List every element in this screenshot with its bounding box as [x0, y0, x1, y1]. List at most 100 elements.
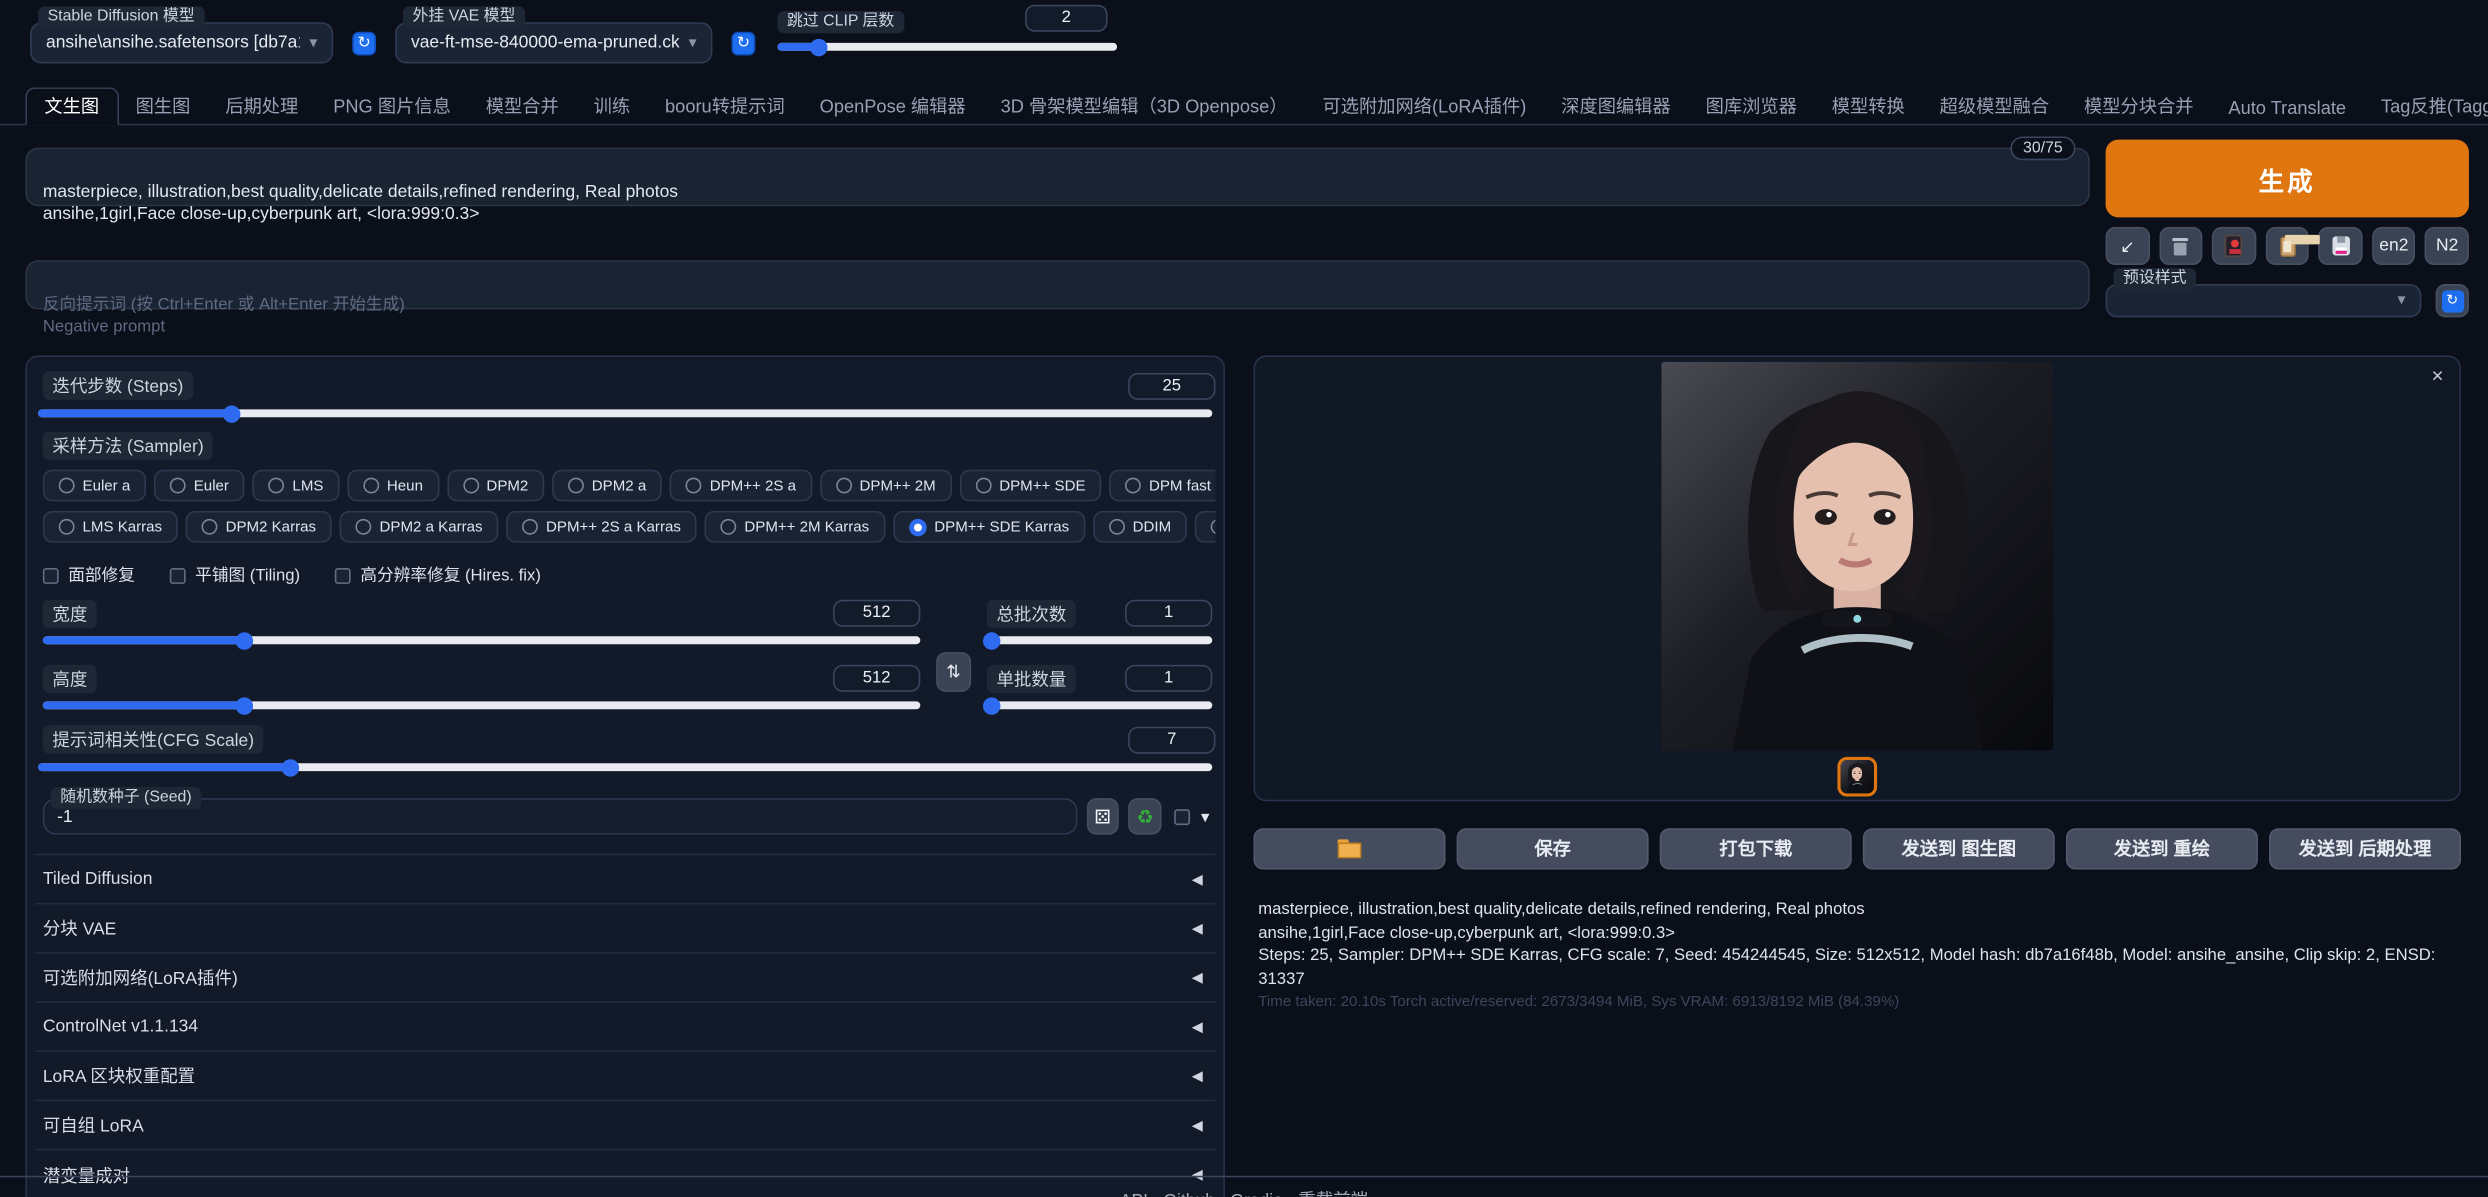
- sampler-euler-a[interactable]: Euler a: [43, 470, 146, 502]
- paste-last-prompt-button[interactable]: ↙: [2106, 227, 2150, 265]
- checkbox-icon: [43, 567, 59, 583]
- batch-size-slider[interactable]: [987, 701, 1212, 709]
- tab-extras[interactable]: 后期处理: [208, 89, 316, 124]
- restore-faces-checkbox[interactable]: 面部修复: [43, 563, 135, 587]
- batch-count-value[interactable]: 1: [1125, 600, 1212, 627]
- refresh-icon: ↻: [2441, 290, 2463, 312]
- tab-depth-editor[interactable]: 深度图编辑器: [1544, 89, 1688, 124]
- tab-3d-openpose[interactable]: 3D 骨架模型编辑（3D Openpose）: [983, 89, 1305, 124]
- sampler-dpmpp-sde-karras-selected[interactable]: DPM++ SDE Karras: [893, 511, 1085, 543]
- seed-extra-menu-icon[interactable]: ▼: [1198, 808, 1212, 824]
- footer-links[interactable]: API · Github · Gradio · 重载前端: [0, 1187, 2488, 1197]
- negative-prompt-textarea[interactable]: 反向提示词 (按 Ctrl+Enter 或 Alt+Enter 开始生成) Ne…: [25, 260, 2089, 309]
- open-folder-button[interactable]: [1254, 828, 1446, 869]
- zip-download-button[interactable]: 打包下载: [1660, 828, 1852, 869]
- sampler-dpm2-karras[interactable]: DPM2 Karras: [186, 511, 332, 543]
- tab-img2img[interactable]: 图生图: [118, 89, 208, 124]
- width-slider[interactable]: [43, 636, 920, 644]
- main-area: 迭代步数 (Steps) 25 采样方法 (Sampler) Euler a E…: [0, 317, 2488, 1197]
- radio-icon: [170, 478, 186, 494]
- sampler-dpm2-a[interactable]: DPM2 a: [552, 470, 662, 502]
- close-icon[interactable]: ×: [2432, 363, 2444, 387]
- sd-model-value: ansihe\ansihe.safetensors [db7a16f48b]: [46, 33, 300, 52]
- clip-skip-block: 跳过 CLIP 层数 2: [777, 22, 1117, 51]
- tab-image-browser[interactable]: 图库浏览器: [1688, 89, 1814, 124]
- generated-image[interactable]: [1661, 362, 2053, 751]
- reuse-seed-button[interactable]: ♻: [1129, 798, 1162, 834]
- sampler-ddim[interactable]: DDIM: [1093, 511, 1187, 543]
- tab-train[interactable]: 训练: [576, 89, 647, 124]
- generate-button[interactable]: 生成: [2106, 140, 2469, 218]
- apply-style-button[interactable]: [2265, 227, 2309, 265]
- swap-icon: ⇅: [946, 662, 961, 683]
- sampler-dpmpp-2s-a[interactable]: DPM++ 2S a: [670, 470, 812, 502]
- sampler-lms-karras[interactable]: LMS Karras: [43, 511, 178, 543]
- sampler-dpmpp-sde[interactable]: DPM++ SDE: [960, 470, 1102, 502]
- tab-png-info[interactable]: PNG 图片信息: [316, 89, 469, 124]
- hires-fix-checkbox[interactable]: 高分辨率修复 (Hires. fix): [335, 563, 541, 587]
- refresh-vae-button[interactable]: ↻: [731, 32, 755, 56]
- sampler-lms[interactable]: LMS: [253, 470, 340, 502]
- sampler-dpmpp-2s-a-karras[interactable]: DPM++ 2S a Karras: [506, 511, 696, 543]
- accordion-composable-lora[interactable]: 可自组 LoRA◀: [35, 1101, 1216, 1150]
- seed-extra-checkbox[interactable]: [1174, 808, 1190, 824]
- tab-checkpoint-merger[interactable]: 模型合并: [468, 89, 576, 124]
- sampler-heun[interactable]: Heun: [347, 470, 439, 502]
- accordion-tiled-vae[interactable]: 分块 VAE◀: [35, 904, 1216, 953]
- send-to-img2img-button[interactable]: 发送到 图生图: [1863, 828, 2055, 869]
- cfg-scale-slider[interactable]: [38, 763, 1212, 771]
- tab-model-convert[interactable]: 模型转换: [1814, 89, 1922, 124]
- tab-tagger[interactable]: Tag反推(Tagger): [2364, 89, 2488, 124]
- accordion-lora-block-weight[interactable]: LoRA 区块权重配置◀: [35, 1052, 1216, 1101]
- tab-txt2img[interactable]: 文生图: [25, 87, 118, 125]
- tab-auto-translate[interactable]: Auto Translate: [2211, 95, 2364, 124]
- sampler-dpmpp-2m[interactable]: DPM++ 2M: [820, 470, 952, 502]
- prompt-textarea[interactable]: masterpiece, illustration,best quality,d…: [25, 148, 2089, 207]
- tab-openpose-editor[interactable]: OpenPose 编辑器: [802, 89, 983, 124]
- width-value[interactable]: 512: [833, 600, 920, 627]
- sampler-dpm-fast[interactable]: DPM fast: [1109, 470, 1215, 502]
- save-style-button[interactable]: [2319, 227, 2363, 265]
- swap-dimensions-button[interactable]: ⇅: [936, 652, 971, 692]
- save-button[interactable]: 保存: [1457, 828, 1649, 869]
- width-label: 宽度: [43, 599, 97, 628]
- info-performance-text: Time taken: 20.10s Torch active/reserved…: [1258, 993, 2461, 1010]
- toggles-row: 面部修复 平铺图 (Tiling) 高分辨率修复 (Hires. fix): [43, 563, 1216, 587]
- refresh-styles-button[interactable]: ↻: [2436, 284, 2469, 317]
- extra-networks-button[interactable]: [2212, 227, 2256, 265]
- random-seed-button[interactable]: ⚄: [1086, 798, 1119, 834]
- height-value[interactable]: 512: [833, 665, 920, 692]
- tab-super-merger[interactable]: 超级模型融合: [1922, 89, 2066, 124]
- chevron-down-icon: ▾: [309, 34, 317, 51]
- translate-n2-button[interactable]: N2: [2425, 227, 2469, 265]
- sampler-euler[interactable]: Euler: [154, 470, 245, 502]
- thumbnail-selected[interactable]: [1837, 757, 1877, 797]
- accordion-tiled-diffusion[interactable]: Tiled Diffusion◀: [35, 855, 1216, 904]
- tab-model-block-merge[interactable]: 模型分块合并: [2067, 89, 2211, 124]
- clear-prompt-button[interactable]: [2159, 227, 2203, 265]
- steps-slider[interactable]: [38, 409, 1212, 417]
- steps-value[interactable]: 25: [1128, 372, 1215, 399]
- translate-en2-button[interactable]: en2: [2372, 227, 2416, 265]
- batch-count-slider[interactable]: [987, 636, 1212, 644]
- sampler-row-1: Euler a Euler LMS Heun DPM2 DPM2 a DPM++…: [43, 470, 1216, 502]
- sampler-dpm2-a-karras[interactable]: DPM2 a Karras: [340, 511, 499, 543]
- accordion-additional-networks[interactable]: 可选附加网络(LoRA插件)◀: [35, 954, 1216, 1003]
- tiling-checkbox[interactable]: 平铺图 (Tiling): [170, 563, 300, 587]
- tab-booru-tag[interactable]: booru转提示词: [648, 89, 803, 124]
- send-to-inpaint-button[interactable]: 发送到 重绘: [2066, 828, 2258, 869]
- height-slider[interactable]: [43, 701, 920, 709]
- refresh-model-button[interactable]: ↻: [352, 32, 376, 56]
- tab-additional-networks[interactable]: 可选附加网络(LoRA插件): [1305, 89, 1544, 124]
- clip-skip-slider[interactable]: [777, 43, 1117, 51]
- sampler-dpm2[interactable]: DPM2: [447, 470, 544, 502]
- accordion-controlnet[interactable]: ControlNet v1.1.134◀: [35, 1003, 1216, 1052]
- batch-size-value[interactable]: 1: [1125, 665, 1212, 692]
- floppy-disk-icon: [2332, 236, 2349, 255]
- sampler-dpmpp-2m-karras[interactable]: DPM++ 2M Karras: [705, 511, 885, 543]
- clip-skip-value[interactable]: 2: [1025, 5, 1108, 32]
- cfg-scale-value[interactable]: 7: [1128, 726, 1215, 753]
- sampler-plms[interactable]: PLMS: [1195, 511, 1216, 543]
- collapse-icon: ◀: [1192, 1067, 1203, 1084]
- send-to-extras-button[interactable]: 发送到 后期处理: [2269, 828, 2461, 869]
